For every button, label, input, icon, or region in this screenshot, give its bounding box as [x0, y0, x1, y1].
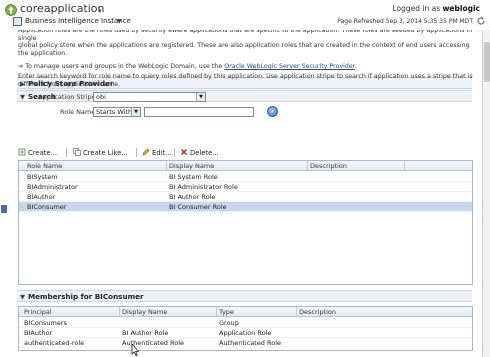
row-selection-indicator — [1, 205, 7, 213]
column-divider[interactable] — [404, 161, 405, 171]
scrollbar-thumb[interactable] — [484, 42, 490, 82]
role-name-cell: BIAuthor — [27, 193, 56, 201]
type-cell: Application Role — [219, 329, 272, 337]
instance-icon — [13, 17, 22, 26]
table-row[interactable]: BISystem BI System Role — [19, 172, 472, 182]
table-row[interactable]: BIAdministrator BI Administrator Role — [19, 182, 472, 192]
table-row-selected[interactable]: BIConsumer BI Consumer Role — [19, 202, 472, 212]
create-label: Create... — [28, 149, 58, 157]
page-vertical-scrollbar[interactable] — [482, 30, 490, 357]
column-header-description[interactable]: Description — [310, 162, 347, 170]
pencil-icon — [142, 148, 150, 156]
column-header-principal[interactable]: Principal — [24, 308, 52, 316]
table-row[interactable]: BIAuthor BI Author Role — [19, 192, 472, 202]
manage-prefix: To manage users and groups in the WebLog… — [25, 63, 223, 70]
edit-label: Edit... — [152, 149, 172, 157]
display-name-cell: BI Author Role — [169, 193, 216, 201]
column-header-display-name[interactable]: Display Name — [122, 308, 167, 316]
table-row[interactable]: authenticated-role Authenticated Role Au… — [19, 338, 472, 348]
delete-label: Delete... — [190, 149, 219, 157]
dropdown-arrow-icon[interactable]: ▼ — [131, 108, 140, 116]
search-go-button[interactable]: › — [267, 106, 278, 117]
manage-users-note: ➔ To manage users and groups in the WebLo… — [18, 63, 357, 70]
column-divider[interactable] — [296, 307, 297, 317]
edit-button[interactable]: Edit... — [142, 148, 172, 157]
search-description: Enter search keyword for role name to qu… — [18, 73, 473, 88]
principal-cell: BIAuthor — [24, 329, 53, 337]
display-name-cell: BI Author Role — [122, 329, 169, 337]
page-refreshed-timestamp: Page Refreshed Sep 3, 2014 5:35:35 PM MD… — [337, 18, 473, 25]
role-name-input[interactable] — [144, 107, 254, 117]
table-row[interactable]: BIConsumers Group — [19, 318, 472, 328]
display-name-cell: BI Consumer Role — [169, 203, 227, 211]
info-arrow-icon: ➔ — [18, 63, 24, 70]
create-button[interactable]: Create... — [18, 148, 57, 157]
display-name-cell: BI System Role — [169, 173, 218, 181]
intro-text: Application roles are the roles used by … — [18, 30, 480, 57]
delete-x-icon — [180, 148, 188, 156]
application-stripe-label: Application Stripe — [38, 93, 96, 101]
role-name-cell: BIAdministrator — [27, 183, 78, 191]
display-name-cell: BI Administrator Role — [169, 183, 238, 191]
members-table-header: Principal Display Name Type Description — [19, 307, 472, 317]
weblogic-security-provider-link[interactable]: Oracle WebLogic Server Security Provider — [224, 63, 355, 70]
manage-suffix: . — [354, 63, 357, 70]
column-divider[interactable] — [119, 307, 120, 317]
toolbar-divider — [174, 148, 175, 157]
refresh-icon[interactable] — [476, 16, 486, 26]
dropdown-arrow-icon[interactable]: ▼ — [196, 93, 205, 101]
role-name-cell: BISystem — [27, 173, 58, 181]
collapse-triangle-icon[interactable]: ▼ — [20, 293, 25, 301]
members-table: Principal Display Name Type Description … — [18, 306, 473, 351]
logged-in-status: Logged in as weblogic — [392, 4, 480, 13]
intro-text-body: global policy store when the application… — [18, 42, 470, 57]
toolbar-divider — [136, 148, 137, 157]
role-name-label: Role Name — [60, 108, 96, 116]
create-like-button[interactable]: Create Like... — [73, 148, 128, 157]
copy-icon — [73, 148, 81, 156]
mouse-cursor-icon — [131, 344, 139, 356]
logged-in-prefix: Logged in as — [392, 4, 441, 13]
column-divider[interactable] — [307, 161, 308, 171]
application-stripe-select[interactable]: obi ▼ — [93, 92, 206, 102]
column-divider[interactable] — [216, 307, 217, 317]
intro-text-cut: Application roles are the roles used by … — [18, 30, 473, 42]
roles-table-header: Role Name Display Name Description — [19, 161, 472, 171]
role-name-operator-select[interactable]: Starts With ▼ — [93, 107, 141, 117]
principal-cell: BIConsumers — [24, 319, 67, 327]
section-title: Membership for BIConsumer — [28, 292, 144, 301]
roles-table: Role Name Display Name Description BISys… — [18, 160, 473, 285]
delete-button[interactable]: Delete... — [180, 148, 219, 157]
column-header-type[interactable]: Type — [219, 308, 234, 316]
type-cell: Group — [219, 319, 239, 327]
username-menu[interactable]: weblogic — [443, 4, 481, 13]
instance-menu[interactable]: Business Intelligence Instance — [25, 17, 131, 25]
operator-value: Starts With — [96, 108, 133, 116]
role-name-cell: BIConsumer — [27, 203, 67, 211]
application-stripe-value: obi — [96, 93, 106, 101]
create-like-label: Create Like... — [83, 149, 128, 157]
create-icon — [18, 148, 26, 156]
title-menu-caret-icon[interactable]: ▾ — [98, 7, 102, 15]
type-cell: Authenticated Role — [219, 339, 282, 347]
collapse-triangle-icon[interactable]: ▼ — [20, 93, 25, 101]
application-icon — [5, 4, 17, 16]
toolbar-divider — [66, 148, 67, 157]
table-row[interactable]: BIAuthor BI Author Role Application Role — [19, 328, 472, 338]
principal-cell: authenticated-role — [24, 339, 85, 347]
column-divider[interactable] — [166, 161, 167, 171]
column-header-display-name[interactable]: Display Name — [169, 162, 214, 170]
section-membership[interactable]: ▼ Membership for BIConsumer — [17, 290, 472, 302]
page-header: coreapplication ▾ Business Intelligence … — [0, 0, 490, 29]
column-header-description[interactable]: Description — [299, 308, 336, 316]
page-title: coreapplication — [20, 2, 105, 15]
chevron-down-icon[interactable]: ▼ — [117, 18, 122, 25]
column-header-role-name[interactable]: Role Name — [27, 162, 62, 170]
